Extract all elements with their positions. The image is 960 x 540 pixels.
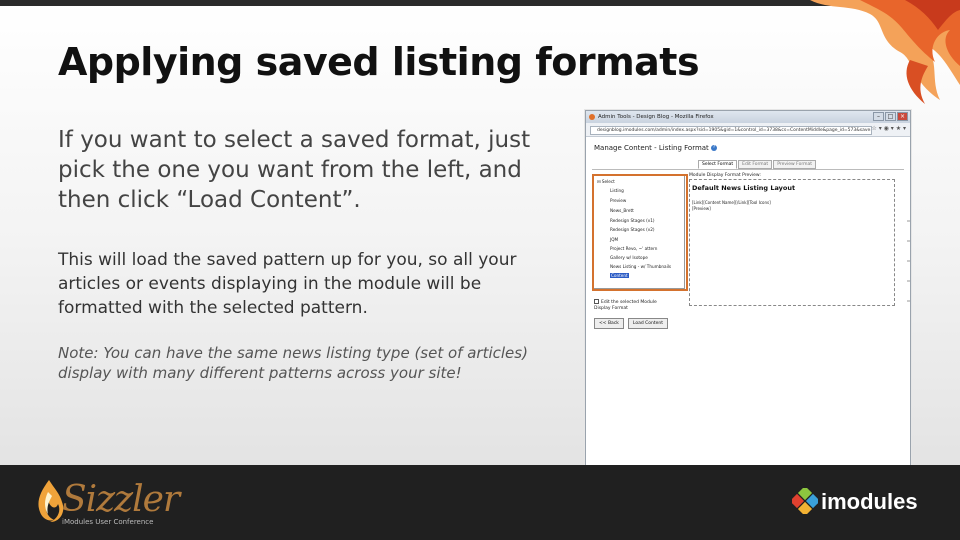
window-titlebar: Admin Tools - Design Blog - Mozilla Fire… — [586, 111, 910, 123]
toolbar-icons[interactable]: ☆ ▾ ◉ ▾ ★ ▾ — [871, 125, 906, 132]
tab-divider — [592, 169, 904, 170]
imodules-logo-icon — [792, 488, 818, 514]
imodules-logo-text: imodules — [821, 489, 918, 514]
page-title: Manage Content - Listing Format ? — [594, 144, 718, 152]
format-tabs: Select Format Edit Format Preview Format — [698, 160, 816, 169]
close-button[interactable]: × — [897, 112, 908, 121]
explanation-paragraph: This will load the saved pattern up for … — [58, 250, 517, 318]
preview-line: [Link][Content Name][/Link][Tool Icons] — [692, 200, 771, 205]
firefox-icon — [589, 114, 595, 120]
preview-area: Default News Listing Layout [Link][Conte… — [689, 179, 895, 306]
sizzler-flame-icon — [38, 480, 64, 522]
tab-preview-format[interactable]: Preview Format — [773, 160, 816, 169]
checkbox-icon[interactable] — [594, 299, 599, 304]
preview-heading: Default News Listing Layout — [692, 184, 796, 192]
edit-format-checkbox[interactable]: Edit the selected Module Display Format — [594, 299, 674, 312]
tab-edit-format[interactable]: Edit Format — [738, 160, 773, 169]
action-buttons: << Back Load Content — [594, 318, 669, 329]
address-bar: designblog.imodules.com/admin/index.aspx… — [586, 123, 910, 137]
maximize-button[interactable]: □ — [885, 112, 896, 121]
conference-subtitle: iModules User Conference — [62, 518, 154, 526]
window-title: Admin Tools - Design Blog - Mozilla Fire… — [598, 114, 714, 120]
instruction-paragraph: If you want to select a saved format, ju… — [58, 127, 531, 213]
tab-select-format[interactable]: Select Format — [698, 160, 738, 169]
note-text: Note: You can have the same news listing… — [58, 344, 528, 382]
load-content-button[interactable]: Load Content — [627, 318, 669, 329]
flame-graphic — [810, 0, 960, 104]
scrollbar[interactable] — [906, 200, 910, 320]
highlight-box — [592, 174, 688, 291]
browser-screenshot: Admin Tools - Design Blog - Mozilla Fire… — [585, 110, 911, 478]
page-content: Manage Content - Listing Format ? Select… — [586, 138, 910, 477]
help-icon[interactable]: ? — [711, 145, 718, 151]
sizzler-logo: Sizzler — [62, 479, 180, 520]
back-button[interactable]: << Back — [594, 318, 624, 329]
minimize-button[interactable]: – — [873, 112, 884, 121]
url-field[interactable]: designblog.imodules.com/admin/index.aspx… — [590, 126, 872, 135]
preview-label: Module Display Format Preview: — [689, 173, 761, 178]
slide-title: Applying saved listing formats — [58, 40, 700, 84]
preview-line: [Preview] — [692, 206, 711, 211]
